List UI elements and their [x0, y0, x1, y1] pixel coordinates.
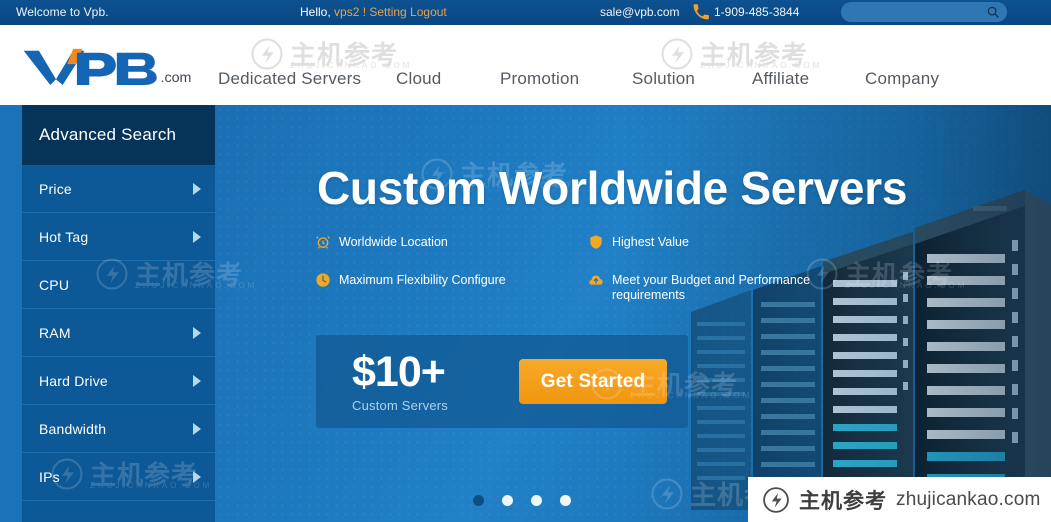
nav-item-promotion[interactable]: Promotion	[500, 69, 579, 89]
sidebar-item-label: IPs	[39, 468, 60, 485]
carousel-dot-2[interactable]	[502, 495, 513, 506]
site-header: .com Dedicated Servers Cloud Promotion S…	[0, 25, 1051, 105]
greeting-prefix: Hello,	[300, 5, 335, 19]
nav-item-dedicated-servers[interactable]: Dedicated Servers	[218, 69, 361, 89]
carousel-dot-1[interactable]	[473, 495, 484, 506]
phone-icon	[692, 3, 710, 21]
feature-item: Highest Value	[588, 235, 689, 250]
sidebar-item-bandwidth[interactable]: Bandwidth	[22, 405, 215, 453]
account-links[interactable]: vps2 ! Setting Logout	[334, 5, 447, 19]
account-greeting: Hello, vps2 ! Setting Logout	[300, 5, 447, 19]
chevron-right-icon	[193, 374, 201, 387]
sidebar-title: Advanced Search	[22, 105, 215, 165]
logo-suffix-text: .com	[161, 70, 192, 86]
sidebar-item-ram[interactable]: RAM	[22, 309, 215, 357]
feature-label: Highest Value	[612, 235, 689, 249]
cloud-upload-icon	[588, 272, 604, 288]
watermark-badge-cn: 主机参考	[799, 488, 887, 513]
chevron-right-icon	[193, 182, 201, 195]
feature-label: Maximum Flexibility Configure	[339, 273, 506, 287]
hero-banner: Custom Worldwide Servers Worldwide Locat…	[215, 105, 1051, 522]
feature-item: Meet your Budget and Performance require…	[588, 273, 813, 303]
sidebar-item-label: Hot Tag	[39, 228, 89, 245]
carousel-dot-4[interactable]	[560, 495, 571, 506]
feature-item: Maximum Flexibility Configure	[315, 273, 506, 288]
sidebar-item-price[interactable]: Price	[22, 165, 215, 213]
advanced-search-sidebar: Advanced Search Price Hot Tag CPU RAM Ha…	[22, 105, 215, 522]
sidebar-item-hot-tag[interactable]: Hot Tag	[22, 213, 215, 261]
sidebar-item-label: RAM	[39, 324, 71, 341]
carousel-dot-3[interactable]	[531, 495, 542, 506]
nav-item-company[interactable]: Company	[865, 69, 939, 89]
clock-icon	[315, 272, 331, 288]
hero-title: Custom Worldwide Servers	[317, 162, 908, 214]
sidebar-item-hard-drive[interactable]: Hard Drive	[22, 357, 215, 405]
sidebar-item-label: Bandwidth	[39, 420, 107, 437]
top-utility-bar: Welcome to Vpb. Hello, vps2 ! Setting Lo…	[0, 0, 1051, 25]
feature-label: Meet your Budget and Performance require…	[612, 273, 811, 302]
site-logo[interactable]: .com	[18, 43, 208, 89]
sidebar-item-label: Price	[39, 180, 72, 197]
shield-icon	[588, 234, 604, 250]
contact-email[interactable]: sale@vpb.com	[600, 5, 680, 19]
left-edge-strip	[0, 105, 22, 522]
sidebar-item-label: CPU	[39, 276, 70, 293]
chevron-right-icon	[193, 326, 201, 339]
nav-item-cloud[interactable]: Cloud	[396, 69, 441, 89]
chevron-right-icon	[193, 470, 201, 483]
sidebar-filler	[22, 501, 215, 522]
get-started-button[interactable]: Get Started	[519, 359, 667, 404]
main-navigation: Dedicated Servers Cloud Promotion Soluti…	[200, 25, 1051, 105]
watermark-badge-en: zhujicankao.com	[896, 488, 1041, 510]
sidebar-item-label: Hard Drive	[39, 372, 108, 389]
alarm-clock-icon	[315, 234, 331, 250]
carousel-pagination	[473, 495, 571, 506]
chevron-right-icon	[193, 422, 201, 435]
chevron-right-icon	[193, 230, 201, 243]
price-amount: $10+	[352, 348, 446, 396]
search-box[interactable]	[841, 2, 1007, 22]
feature-item: Worldwide Location	[315, 235, 448, 250]
hero-price-card: $10+ Custom Servers Get Started	[316, 335, 688, 428]
welcome-text: Welcome to Vpb.	[16, 5, 109, 19]
sidebar-item-ips[interactable]: IPs	[22, 453, 215, 501]
contact-phone[interactable]: 1-909-485-3844	[714, 5, 799, 19]
sidebar-item-cpu[interactable]: CPU	[22, 261, 215, 309]
zhujicankao-logo-icon	[762, 486, 790, 514]
feature-label: Worldwide Location	[339, 235, 448, 249]
search-input[interactable]	[841, 2, 1007, 22]
nav-item-affiliate[interactable]: Affiliate	[752, 69, 809, 89]
price-block: $10+ Custom Servers	[352, 348, 448, 413]
page-root: Welcome to Vpb. Hello, vps2 ! Setting Lo…	[0, 0, 1051, 522]
watermark-badge: 主机参考 zhujicankao.com	[748, 477, 1051, 522]
price-subtitle: Custom Servers	[352, 398, 448, 413]
nav-item-solution[interactable]: Solution	[632, 69, 695, 89]
